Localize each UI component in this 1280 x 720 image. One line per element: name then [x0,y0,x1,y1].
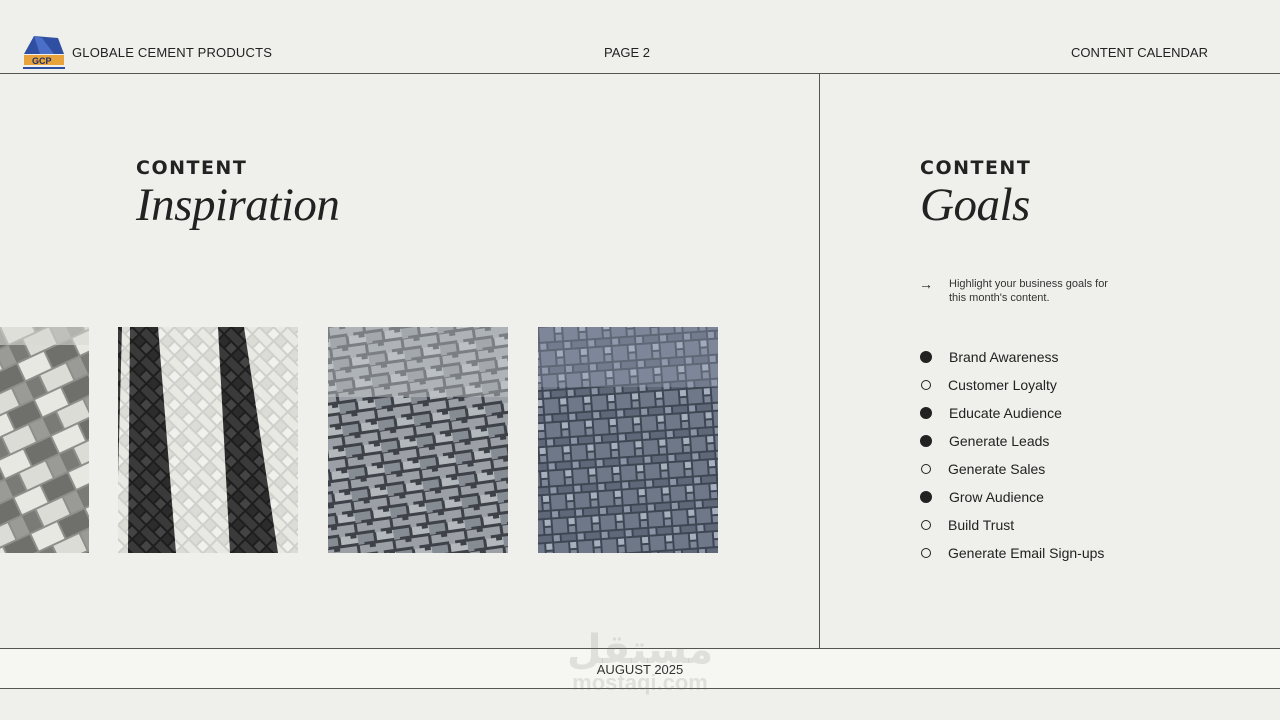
goal-label: Build Trust [948,517,1015,533]
page-header: GCP GLOBALE CEMENT PRODUCTS PAGE 2 CONTE… [0,0,1280,74]
goal-item[interactable]: Generate Email Sign-ups [920,539,1104,567]
goals-title: Goals [920,179,1030,231]
empty-circle-icon[interactable] [921,464,931,474]
empty-circle-icon[interactable] [921,380,931,390]
inspiration-title: Inspiration [136,179,340,231]
goal-label: Educate Audience [949,405,1062,421]
filled-circle-icon[interactable] [920,351,932,363]
watermark-latin: mostaqi.com [572,670,708,695]
goals-intro: Highlight your business goals for this m… [949,278,1108,304]
company-logo: GCP [20,34,66,72]
inspiration-image-herringbone [118,327,298,553]
filled-circle-icon[interactable] [920,407,932,419]
goals-list: Brand Awareness Customer Loyalty Educate A… [920,343,1104,567]
goal-item[interactable]: Build Trust [920,511,1104,539]
svg-text:GCP: GCP [32,56,52,66]
filled-circle-icon[interactable] [920,435,932,447]
arrow-right-icon: → [919,276,933,292]
inspiration-kicker: CONTENT [136,157,248,179]
goal-item[interactable]: Customer Loyalty [920,371,1104,399]
goal-item[interactable]: Grow Audience [920,483,1104,511]
goal-item[interactable]: Generate Leads [920,427,1104,455]
page-number: PAGE 2 [604,45,651,60]
goals-kicker: CONTENT [920,157,1032,179]
empty-circle-icon[interactable] [921,520,931,530]
goal-item[interactable]: Generate Sales [920,455,1104,483]
goal-label: Generate Leads [949,433,1050,449]
goal-label: Generate Sales [948,461,1046,477]
inspiration-image-blue-grey-squares [538,327,718,553]
goal-label: Brand Awareness [949,349,1059,365]
goal-item[interactable]: Educate Audience [920,399,1104,427]
inspiration-image-grey-white-brick [0,327,89,553]
company-name: GLOBALE CEMENT PRODUCTS [72,45,273,60]
goal-label: Customer Loyalty [948,377,1057,393]
document-title: CONTENT CALENDAR [1070,45,1208,60]
filled-circle-icon[interactable] [920,491,932,503]
watermark: مستقل mostaqi.com [540,630,740,696]
inspiration-image-interlocking [328,327,508,553]
column-divider [819,74,820,648]
goal-label: Grow Audience [949,489,1044,505]
empty-circle-icon[interactable] [921,548,931,558]
goal-item[interactable]: Brand Awareness [920,343,1104,371]
watermark-arabic: مستقل [566,628,714,672]
goal-label: Generate Email Sign-ups [948,545,1105,561]
